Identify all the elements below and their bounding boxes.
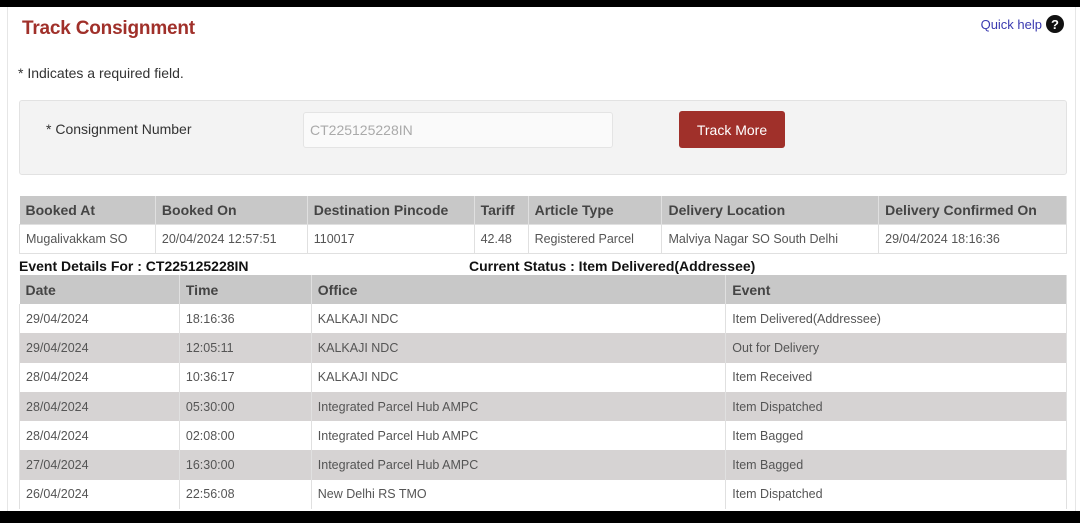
col-time: Time <box>179 275 312 304</box>
event-date: 29/04/2024 <box>19 304 180 334</box>
event-details-table: Date Time Office Event 29/04/2024 18:16:3… <box>19 275 1067 510</box>
track-more-button[interactable]: Track More <box>679 111 785 148</box>
col-destination-pincode: Destination Pincode <box>307 196 475 224</box>
event-description: Out for Delivery <box>725 333 1067 363</box>
event-time: 10:36:17 <box>178 362 312 392</box>
event-date: 29/04/2024 <box>19 333 180 363</box>
current-status: Current Status : Item Delivered(Addresse… <box>469 258 756 274</box>
col-event: Event <box>725 275 1067 304</box>
article-type-value: Registered Parcel <box>527 223 663 254</box>
event-description: Item Delivered(Addressee) <box>725 304 1067 334</box>
event-time: 05:30:00 <box>178 391 312 422</box>
event-time: 12:05:11 <box>178 333 312 363</box>
col-booked-at: Booked At <box>19 196 156 224</box>
tariff-value: 42.48 <box>473 223 529 254</box>
event-office: Integrated Parcel Hub AMPC <box>310 421 727 451</box>
col-tariff: Tariff <box>474 196 529 224</box>
event-row: 28/04/2024 02:08:00 Integrated Parcel Hub … <box>19 421 1067 451</box>
booking-header-row: Booked At Booked On Destination Pincode … <box>19 196 1067 224</box>
events-header-row: Date Time Office Event <box>19 275 1067 304</box>
booked-on-value: 20/04/2024 12:57:51 <box>154 223 308 254</box>
event-description: Item Dispatched <box>725 391 1067 422</box>
booking-details-table: Booked At Booked On Destination Pincode … <box>19 196 1067 254</box>
col-delivery-confirmed-on: Delivery Confirmed On <box>878 196 1067 224</box>
event-time: 18:16:36 <box>178 304 312 334</box>
event-row: 28/04/2024 10:36:17 KALKAJI NDC Item Receiv… <box>19 362 1067 392</box>
quick-help-link[interactable]: Quick help ? <box>981 15 1064 33</box>
col-office: Office <box>311 275 727 304</box>
event-time: 22:56:08 <box>178 479 312 510</box>
event-date: 26/04/2024 <box>19 479 180 510</box>
event-date: 28/04/2024 <box>19 362 180 392</box>
event-office: New Delhi RS TMO <box>310 479 727 510</box>
event-office: KALKAJI NDC <box>310 333 727 363</box>
event-description: Item Dispatched <box>725 479 1067 510</box>
event-time: 02:08:00 <box>178 421 312 451</box>
event-office: Integrated Parcel Hub AMPC <box>310 391 727 422</box>
event-date: 28/04/2024 <box>19 391 180 422</box>
delivery-confirmed-on-value: 29/04/2024 18:16:36 <box>878 223 1067 254</box>
event-date: 28/04/2024 <box>19 421 180 451</box>
destination-pincode-value: 110017 <box>306 223 475 254</box>
col-delivery-location: Delivery Location <box>661 196 880 224</box>
event-time: 16:30:00 <box>178 450 312 480</box>
right-border <box>1075 7 1076 511</box>
event-row: 26/04/2024 22:56:08 New Delhi RS TMO Item D… <box>19 479 1067 510</box>
event-row: 27/04/2024 16:30:00 Integrated Parcel Hub … <box>19 450 1067 480</box>
event-office: KALKAJI NDC <box>310 362 727 392</box>
consignment-form-panel: * Consignment Number Track More <box>19 100 1067 175</box>
required-field-note: * Indicates a required field. <box>18 65 184 81</box>
booking-row: Mugalivakkam SO 20/04/2024 12:57:51 1100… <box>19 223 1067 254</box>
event-row: 28/04/2024 05:30:00 Integrated Parcel Hub … <box>19 391 1067 422</box>
event-date: 27/04/2024 <box>19 450 180 480</box>
event-description: Item Received <box>725 362 1067 392</box>
consignment-number-input[interactable] <box>303 112 613 148</box>
delivery-location-value: Malviya Nagar SO South Delhi <box>661 223 880 254</box>
event-row: 29/04/2024 12:05:11 KALKAJI NDC Out for Del… <box>19 333 1067 363</box>
event-office: KALKAJI NDC <box>310 304 727 334</box>
consignment-number-label: * Consignment Number <box>46 121 192 137</box>
quick-help-label[interactable]: Quick help <box>981 17 1042 32</box>
event-description: Item Bagged <box>725 421 1067 451</box>
track-consignment-page: Track Consignment Quick help ? * Indicat… <box>0 7 1080 511</box>
question-circle-icon[interactable]: ? <box>1046 15 1064 33</box>
event-description: Item Bagged <box>725 450 1067 480</box>
event-details-heading: Event Details For : CT225125228IN <box>19 258 249 274</box>
col-booked-on: Booked On <box>155 196 308 224</box>
col-date: Date <box>19 275 180 304</box>
bottom-screen-bar <box>0 511 1080 523</box>
page-title: Track Consignment <box>22 18 195 39</box>
top-screen-bar <box>0 0 1080 7</box>
col-article-type: Article Type <box>528 196 663 224</box>
booked-at-value: Mugalivakkam SO <box>19 223 156 254</box>
event-row: 29/04/2024 18:16:36 KALKAJI NDC Item Delive… <box>19 304 1067 334</box>
event-office: Integrated Parcel Hub AMPC <box>310 450 727 480</box>
left-border <box>7 7 8 511</box>
